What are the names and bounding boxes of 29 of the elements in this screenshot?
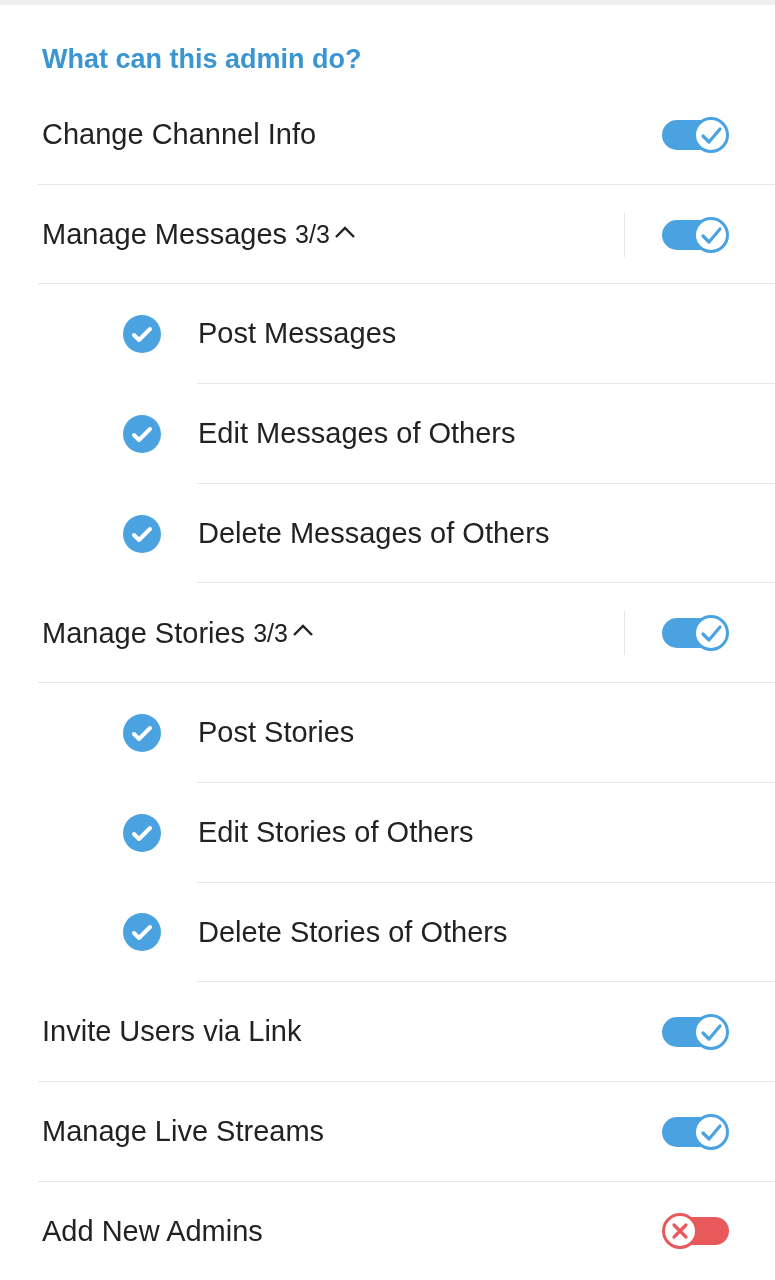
checkbox[interactable] bbox=[122, 712, 162, 753]
permission-label: Manage Stories bbox=[42, 615, 246, 651]
toggle-switch[interactable] bbox=[661, 115, 731, 154]
permission-label: Manage Live Streams bbox=[42, 1113, 325, 1149]
section-title: What can this admin do? bbox=[41, 43, 363, 76]
checkbox[interactable] bbox=[122, 513, 162, 554]
permission-count: 3/3 bbox=[253, 617, 288, 649]
permission-label: Edit Messages of Others bbox=[198, 416, 516, 452]
permission-count: 3/3 bbox=[295, 218, 330, 250]
permission-label: Post Messages bbox=[198, 316, 397, 352]
permission-label: Add New Admins bbox=[42, 1213, 263, 1249]
chevron-up-icon[interactable] bbox=[333, 224, 356, 239]
toggle-switch[interactable] bbox=[661, 1013, 731, 1052]
toggle-switch[interactable] bbox=[661, 215, 731, 254]
permission-label: Delete Stories of Others bbox=[198, 914, 508, 950]
checkbox[interactable] bbox=[122, 314, 162, 355]
chevron-up-icon[interactable] bbox=[291, 623, 314, 638]
permission-label: Post Stories bbox=[198, 715, 355, 751]
checkbox[interactable] bbox=[122, 812, 162, 853]
permission-label: Edit Stories of Others bbox=[198, 814, 474, 850]
toggle-switch[interactable] bbox=[661, 1112, 731, 1151]
toggle-switch[interactable] bbox=[661, 614, 731, 653]
permission-label: Manage Messages bbox=[42, 216, 288, 252]
permission-label: Delete Messages of Others bbox=[198, 515, 550, 551]
checkbox[interactable] bbox=[122, 912, 162, 953]
permission-label: Change Channel Info bbox=[42, 117, 317, 153]
toggle-switch[interactable] bbox=[661, 1212, 731, 1251]
checkbox[interactable] bbox=[122, 413, 162, 454]
permission-label: Invite Users via Link bbox=[42, 1014, 302, 1050]
